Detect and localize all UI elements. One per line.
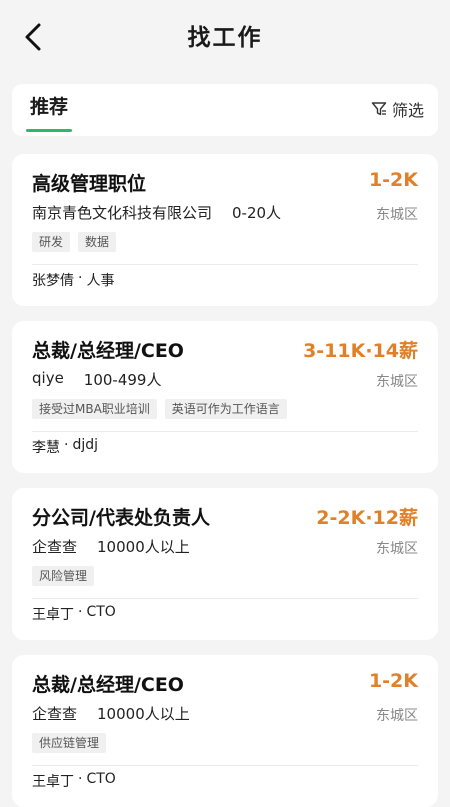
- tab-recommended-label: 推荐: [30, 96, 69, 118]
- job-card[interactable]: 总裁/总经理/CEO 3-11K·14薪 qiye 100-499人 东城区 接…: [12, 321, 438, 473]
- recruiter-name: 李慧: [32, 440, 60, 456]
- tag: 风险管理: [32, 566, 95, 586]
- divider: [32, 598, 418, 599]
- job-card[interactable]: 高级管理职位 1-2K 南京青色文化科技有限公司 0-20人 东城区 研发 数据…: [12, 154, 438, 306]
- divider: [32, 765, 418, 766]
- filter-funnel-icon: [371, 102, 387, 116]
- company-info: 企查查 10000人以上: [32, 703, 190, 724]
- tag: 研发: [32, 232, 71, 252]
- district: 东城区: [376, 207, 418, 223]
- recruiter-info: 王卓丁 · CTO: [32, 604, 116, 624]
- recruiter-role: CTO: [86, 604, 116, 620]
- separator-dot: ·: [64, 437, 69, 453]
- tab-bar: 推荐 筛选: [12, 84, 438, 136]
- tag: 英语可作为工作语言: [164, 399, 287, 419]
- company-size: 10000人以上: [97, 705, 190, 723]
- recruiter-role: 人事: [86, 273, 115, 289]
- job-title: 总裁/总经理/CEO: [32, 674, 184, 696]
- district: 东城区: [376, 708, 418, 724]
- recruiter-role: djdj: [72, 437, 99, 453]
- job-card[interactable]: 分公司/代表处负责人 2-2K·12薪 企查查 10000人以上 东城区 风险管…: [12, 488, 438, 640]
- separator-dot: ·: [78, 270, 83, 286]
- tag-list: 风险管理: [32, 566, 95, 586]
- recruiter-role: CTO: [86, 771, 116, 787]
- recruiter-name: 王卓丁: [32, 607, 74, 623]
- district: 东城区: [376, 374, 418, 390]
- salary: 2-2K·12薪: [316, 507, 418, 529]
- tab-active-indicator: [26, 129, 73, 132]
- company-size: 100-499人: [83, 371, 162, 389]
- salary: 3-11K·14薪: [303, 340, 418, 362]
- company-info: qiye 100-499人: [32, 369, 161, 390]
- district: 东城区: [376, 541, 418, 557]
- company-info: 企查查 10000人以上: [32, 536, 190, 557]
- recruiter-info: 李慧 · djdj: [32, 437, 98, 457]
- divider: [32, 264, 418, 265]
- company-size: 10000人以上: [97, 538, 190, 556]
- tag-list: 接受过MBA职业培训 英语可作为工作语言: [32, 399, 287, 419]
- job-title: 总裁/总经理/CEO: [32, 340, 184, 362]
- company-name: 南京青色文化科技有限公司: [32, 204, 213, 222]
- page-title: 找工作: [187, 25, 263, 51]
- tag-list: 供应链管理: [32, 733, 107, 753]
- separator-dot: ·: [78, 604, 83, 620]
- tag-list: 研发 数据: [32, 232, 117, 252]
- top-nav-bar: 找工作: [0, 0, 450, 72]
- separator-dot: ·: [78, 771, 83, 787]
- recruiter-info: 张梦倩 · 人事: [32, 270, 114, 290]
- filter-label: 筛选: [391, 101, 424, 120]
- job-title: 高级管理职位: [32, 173, 147, 195]
- salary: 1-2K: [368, 169, 418, 191]
- company-name: 企查查: [32, 705, 78, 723]
- recruiter-name: 王卓丁: [32, 774, 74, 790]
- salary: 1-2K: [368, 670, 418, 692]
- company-name: 企查查: [32, 538, 78, 556]
- company-name: qiye: [32, 369, 64, 387]
- tag: 接受过MBA职业培训: [32, 399, 157, 419]
- recruiter-name: 张梦倩: [32, 273, 74, 289]
- divider: [32, 431, 418, 432]
- filter-button[interactable]: 筛选: [371, 96, 424, 122]
- job-card[interactable]: 总裁/总经理/CEO 1-2K 企查查 10000人以上 东城区 供应链管理 王…: [12, 655, 438, 807]
- job-title: 分公司/代表处负责人: [32, 507, 210, 529]
- company-info: 南京青色文化科技有限公司 0-20人: [32, 202, 281, 223]
- tab-recommended[interactable]: 推荐: [26, 92, 73, 136]
- company-size: 0-20人: [232, 204, 282, 222]
- tag: 供应链管理: [32, 733, 107, 753]
- tag: 数据: [78, 232, 117, 252]
- recruiter-info: 王卓丁 · CTO: [32, 771, 116, 791]
